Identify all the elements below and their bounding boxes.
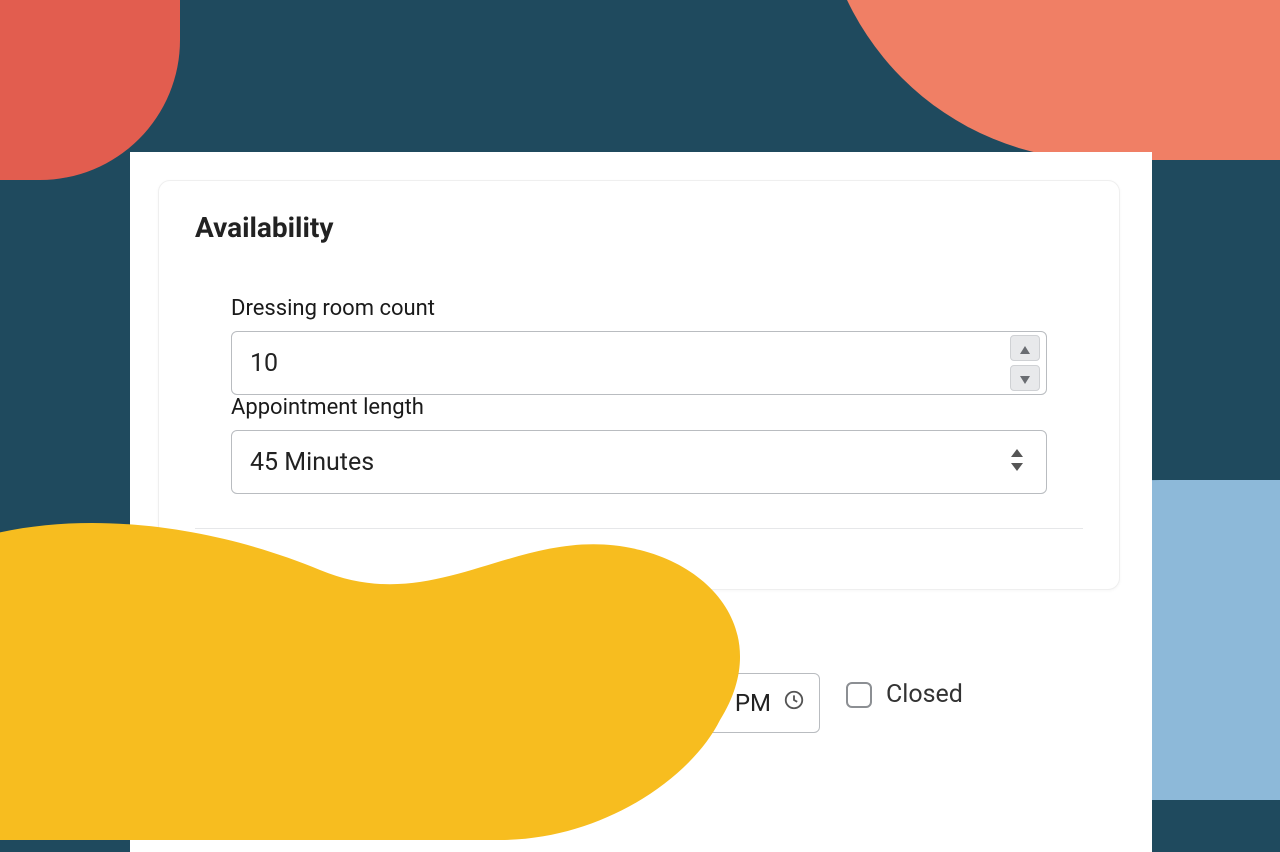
appointment-length-value: 45 Minutes bbox=[232, 448, 1010, 477]
close-time-suffix: PM bbox=[735, 689, 771, 717]
select-updown-icon bbox=[1010, 449, 1046, 475]
decor-blob-coral bbox=[820, 0, 1280, 160]
closed-label: Closed bbox=[886, 680, 963, 709]
spinner-decrement-button[interactable] bbox=[1010, 365, 1040, 391]
closed-checkbox[interactable] bbox=[846, 682, 872, 708]
dressing-room-count-input[interactable]: 10 bbox=[231, 331, 1047, 395]
chevron-down-icon bbox=[1020, 369, 1030, 388]
dressing-room-count-value: 10 bbox=[232, 349, 1010, 378]
dressing-room-count-label: Dressing room count bbox=[231, 296, 1047, 321]
availability-card: Availability Dressing room count 10 Appo… bbox=[158, 180, 1120, 590]
appointment-length-select[interactable]: 45 Minutes bbox=[231, 430, 1047, 494]
appointment-length-label: Appointment length bbox=[231, 395, 1047, 420]
spinner-increment-button[interactable] bbox=[1010, 335, 1040, 361]
closed-toggle[interactable]: Closed bbox=[846, 680, 963, 709]
clock-icon bbox=[783, 689, 805, 717]
chevron-up-icon bbox=[1020, 339, 1030, 358]
section-divider bbox=[195, 528, 1083, 529]
availability-fields: Dressing room count 10 Appointment lengt… bbox=[195, 296, 1083, 529]
card-title: Availability bbox=[195, 211, 1083, 244]
spinner-buttons bbox=[1010, 331, 1046, 395]
